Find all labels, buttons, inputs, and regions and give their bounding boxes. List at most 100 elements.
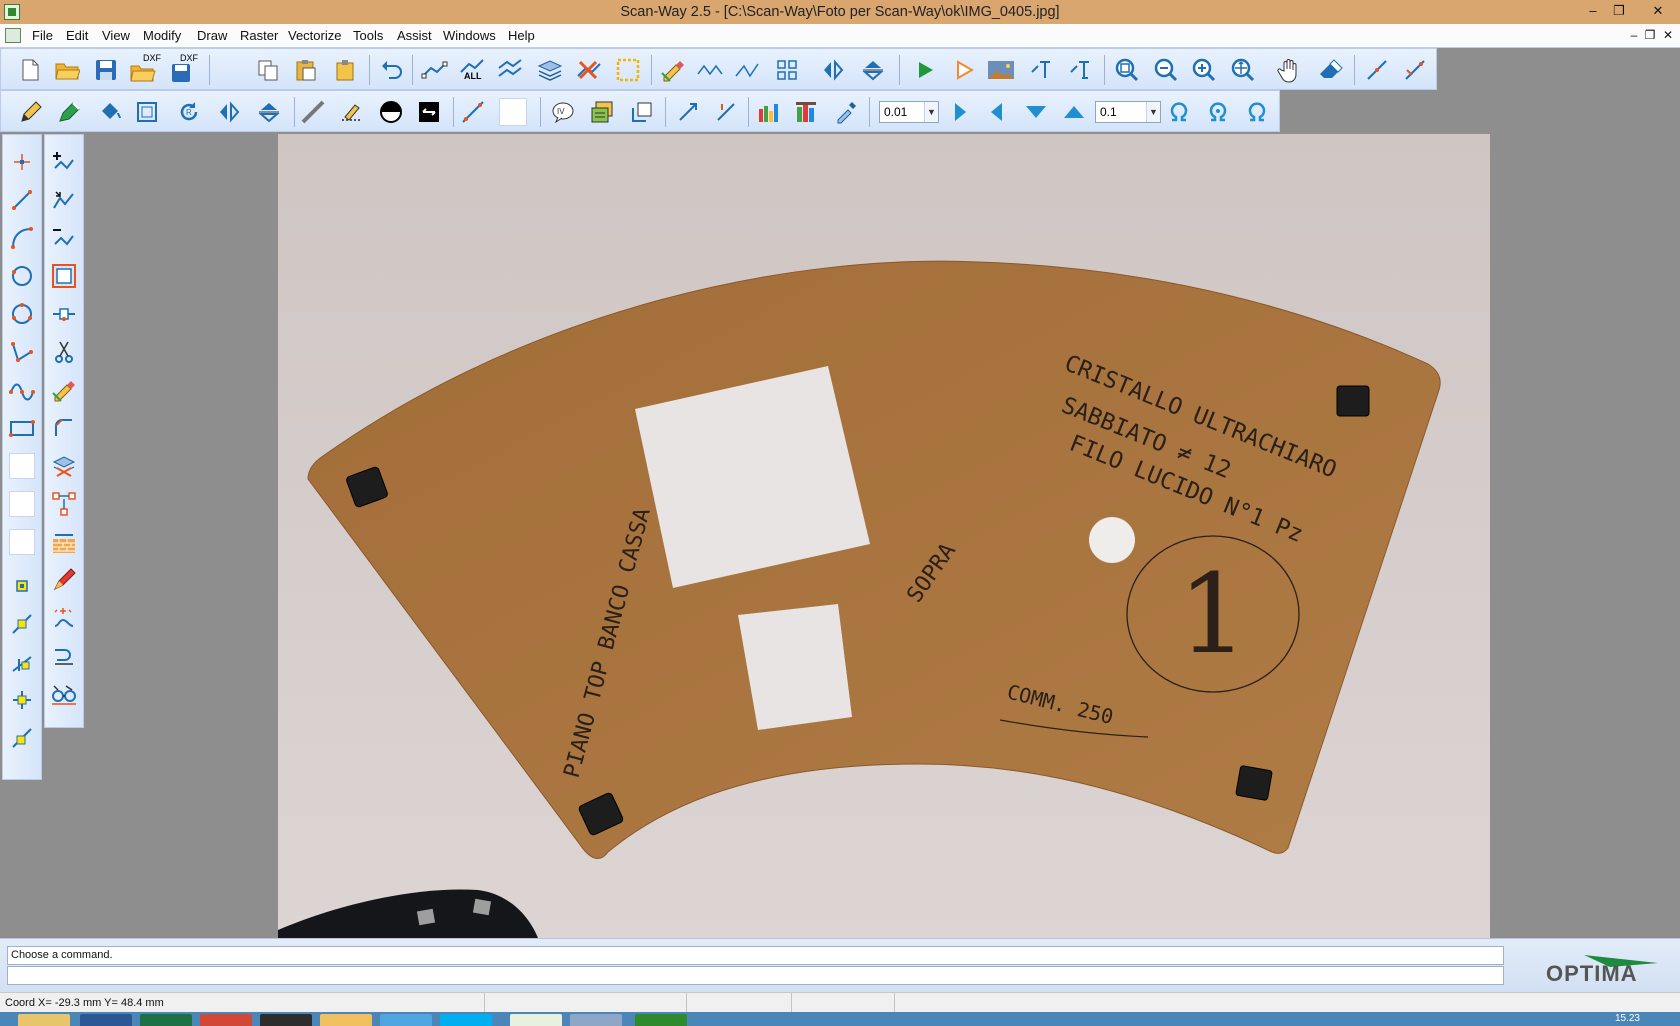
snap-perpendicular-tool[interactable] [5,645,39,679]
close-button[interactable]: ✕ [1641,0,1675,22]
polyline-button[interactable] [733,55,763,85]
fill-button[interactable] [95,97,125,127]
move-up-button[interactable] [1059,97,1089,127]
clean-tool[interactable] [47,563,81,597]
zoom-all-button[interactable] [1228,55,1258,85]
measure-button[interactable] [458,97,488,127]
text-vectorize-button[interactable] [1025,55,1055,85]
node-edit-tool[interactable] [47,487,81,521]
mirror-v-button[interactable] [254,97,284,127]
document-icon[interactable] [5,28,21,43]
menu-windows[interactable]: Windows [443,28,496,43]
mirror-h-button[interactable] [214,97,244,127]
marker-button[interactable] [54,97,84,127]
media-task-icon[interactable] [260,1014,312,1026]
join-tool[interactable] [47,297,81,331]
line-width-button[interactable] [298,97,328,127]
empty-slot-2[interactable] [5,487,39,521]
menu-view[interactable]: View [102,28,130,43]
rotate-center-button[interactable] [1203,97,1233,127]
pencil-button[interactable] [16,97,46,127]
mdi-close-button[interactable]: ✕ [1661,28,1675,42]
move-down-button[interactable] [1021,97,1051,127]
menu-edit[interactable]: Edit [66,28,88,43]
paint-task-icon[interactable] [570,1014,622,1026]
erase-button[interactable] [658,55,688,85]
cut-tool[interactable] [47,335,81,369]
snap-intersection-tool[interactable] [5,683,39,717]
deselect-button[interactable] [495,55,525,85]
glasses-tool[interactable] [47,677,81,711]
zoom-out-button[interactable] [1151,55,1181,85]
point-tool[interactable] [5,145,39,179]
arc-tool[interactable] [5,221,39,255]
snap-midpoint-tool[interactable] [5,607,39,641]
frame-button[interactable] [132,97,162,127]
drawing-area[interactable]: 1 CRISTALLO ULTRACHIARO SABBIATO ≠ 12 FI… [86,134,1680,938]
previous-button[interactable] [982,97,1012,127]
precision-select[interactable]: 0.01 ▼ [879,101,939,123]
line-tool-button[interactable] [1362,55,1392,85]
scanway-task-icon[interactable] [510,1014,562,1026]
chrome-task-icon[interactable] [200,1014,252,1026]
circle-tool[interactable] [5,259,39,293]
undo-button[interactable] [377,55,407,85]
text-line-button[interactable] [1064,55,1094,85]
rotate-cw-button[interactable] [1242,97,1272,127]
rectangle-tool[interactable] [5,411,39,445]
snap-nearest-tool[interactable] [5,721,39,755]
new-file-button[interactable] [15,55,45,85]
colors-button[interactable] [754,97,784,127]
flip-button[interactable] [858,55,888,85]
color-swatch-button[interactable] [498,97,528,127]
next-button[interactable] [945,97,975,127]
background-image-button[interactable] [986,55,1016,85]
invert-button[interactable] [376,97,406,127]
menu-vectorize[interactable]: Vectorize [288,28,341,43]
window-select-button[interactable] [613,55,643,85]
delete-entities-button[interactable] [573,55,603,85]
run-button[interactable] [910,55,940,85]
app-task-icon[interactable] [635,1014,687,1026]
extend-line-button[interactable] [1400,55,1430,85]
move-vertex-tool[interactable] [47,183,81,217]
rotate-ccw-button[interactable] [1164,97,1194,127]
delete-vertex-tool[interactable] [47,221,81,255]
select-all-button[interactable]: ALL [457,55,487,85]
add-vertex-tool[interactable] [47,145,81,179]
zoom-in-button[interactable] [1189,55,1219,85]
save-button[interactable] [91,55,121,85]
open-dxf-button[interactable]: DXF [129,53,161,85]
layer-properties-button[interactable] [587,97,617,127]
brush-button[interactable] [337,97,367,127]
excel-task-icon[interactable] [140,1014,192,1026]
select-entities-button[interactable] [419,55,449,85]
zoom-window-button[interactable] [1112,55,1142,85]
step-button[interactable] [949,55,979,85]
palette-button[interactable] [792,97,822,127]
folder-task-icon[interactable] [320,1014,372,1026]
smooth-curve-tool[interactable] [47,639,81,673]
polyline-tool[interactable] [5,335,39,369]
info-view-button[interactable]: IV [548,97,578,127]
fillet-tool[interactable] [47,411,81,445]
clipboard-button[interactable] [330,55,360,85]
spline-tool[interactable] [5,373,39,407]
offset-button[interactable] [627,97,657,127]
empty-slot-3[interactable] [5,525,39,559]
mdi-restore-button[interactable]: ❐ [1643,28,1657,42]
swap-button[interactable] [414,97,444,127]
save-dxf-button[interactable]: DXF [168,53,198,85]
menu-draw[interactable]: Draw [197,28,227,43]
sparkle-tool[interactable] [47,601,81,635]
rotate-button[interactable]: R [174,97,204,127]
clear-button[interactable] [1315,55,1345,85]
layers-button[interactable] [535,55,565,85]
select-rect-tool[interactable] [47,259,81,293]
menu-file[interactable]: File [32,28,53,43]
empty-slot-1[interactable] [5,449,39,483]
word-task-icon[interactable] [80,1014,132,1026]
menu-assist[interactable]: Assist [397,28,432,43]
mdi-minimize-button[interactable]: – [1627,28,1641,42]
circle-3p-tool[interactable] [5,297,39,331]
